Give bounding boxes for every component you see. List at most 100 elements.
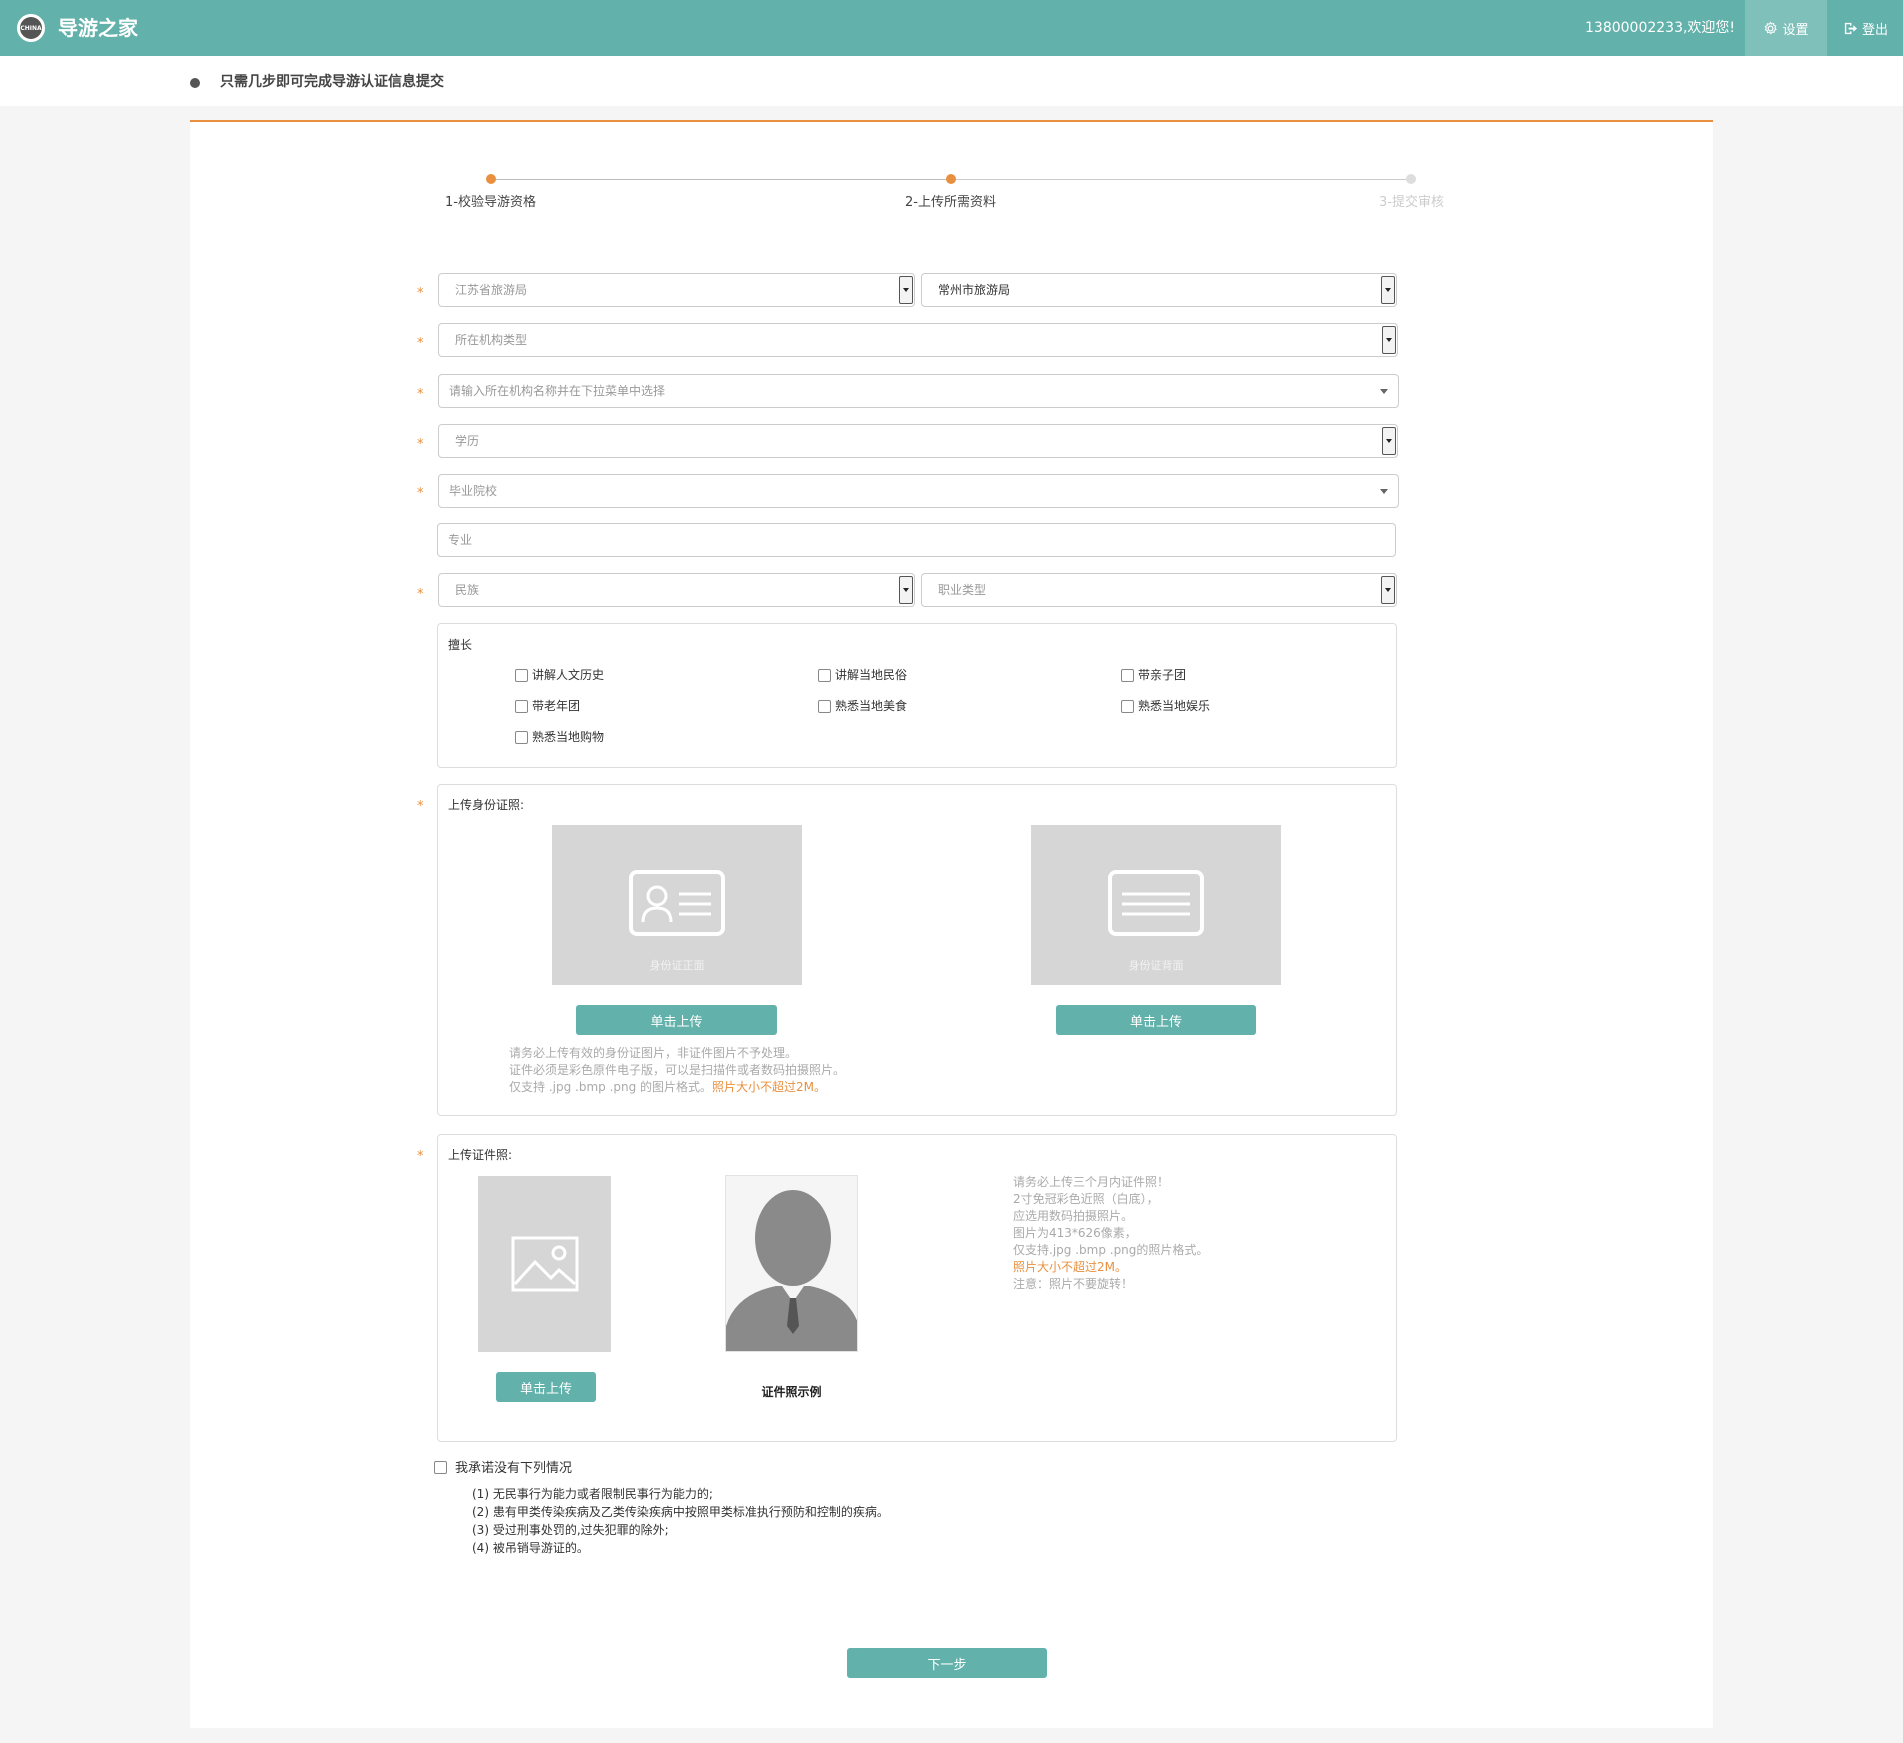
org-name-placeholder: 请输入所在机构名称并在下拉菜单中选择 [449,384,666,398]
checkbox[interactable] [515,668,528,682]
chevron-down-icon [1380,389,1388,394]
pledge-title: 我承诺没有下列情况 [455,1461,573,1476]
required-mark: * [417,799,424,814]
hint-line: 请务必上传有效的身份证图片，非证件图片不予处理。 [509,1046,798,1060]
settings-button[interactable]: 设置 [1745,0,1827,56]
welcome-text: 13800002233,欢迎您! [1585,20,1736,36]
pledge-list: (1) 无民事行为能力或者限制民事行为能力的; (2) 患有甲类传染疾病及乙类传… [472,1485,889,1557]
checkbox[interactable] [1121,668,1134,682]
step-dot-1 [486,174,496,184]
dropdown-arrow-icon [1381,276,1395,304]
job-type-select[interactable]: 职业类型 [921,573,1397,607]
hint-line: 证件必须是彩色原件电子版，可以是扫描件或者数码拍摄照片。 [509,1063,846,1077]
org-type-select[interactable]: 所在机构类型 [438,323,1398,357]
step-dot-2 [946,174,956,184]
checkbox[interactable] [818,668,831,682]
school-combobox[interactable]: 毕业院校 [438,474,1399,508]
checkbox[interactable] [818,699,831,713]
education-select[interactable]: 学历 [438,424,1398,458]
specialty-label: 带亲子团 [1138,668,1187,682]
id-upload-title: 上传身份证照: [448,798,525,812]
hint-line: 注意：照片不要旋转！ [1013,1277,1134,1291]
dropdown-arrow-icon [1381,576,1395,604]
logo-text: CHINA [20,17,42,39]
required-mark: * [417,587,424,602]
specialties-title: 擅长 [448,638,473,652]
school-placeholder: 毕业院校 [449,484,498,498]
settings-label: 设置 [1782,22,1809,38]
id-back-preview[interactable]: 身份证背面 [1031,825,1281,985]
ethnicity-select[interactable]: 民族 [438,573,915,607]
gear-icon [1764,21,1778,34]
hint-line: 应选用数码拍摄照片。 [1013,1209,1134,1223]
specialty-option[interactable]: 讲解人文历史 [515,668,604,682]
specialty-option[interactable]: 带亲子团 [1121,668,1186,682]
hint-line: 2寸免冠彩色近照（白底）， [1013,1192,1159,1206]
city-bureau-select[interactable]: 常州市旅游局 [921,273,1397,307]
id-back-caption: 身份证背面 [1128,959,1184,972]
step-line-2 [950,179,1410,180]
notice-text: 只需几步即可完成导游认证信息提交 [220,74,444,90]
province-bureau-placeholder: 江苏省旅游局 [455,283,528,297]
top-bar: CHINA 导游之家 13800002233,欢迎您! 设置 登出 [0,0,1903,56]
specialty-option[interactable]: 熟悉当地购物 [515,730,604,744]
province-bureau-select[interactable]: 江苏省旅游局 [438,273,915,307]
checkbox[interactable] [515,699,528,713]
id-card-back-icon [1108,870,1204,936]
photo-upload-title: 上传证件照: [448,1148,513,1162]
id-front-preview[interactable]: 身份证正面 [552,825,802,985]
image-placeholder-icon [511,1236,579,1292]
major-input[interactable]: 专业 [437,523,1396,557]
id-card-front-icon [629,870,725,936]
next-step-button[interactable]: 下一步 [847,1648,1047,1678]
chevron-down-icon [1380,489,1388,494]
major-placeholder: 专业 [448,533,473,547]
logout-button[interactable]: 登出 [1828,0,1903,56]
specialty-option[interactable]: 讲解当地民俗 [818,668,907,682]
specialty-label: 熟悉当地娱乐 [1138,699,1211,713]
checkbox[interactable] [1121,699,1134,713]
sample-photo-caption: 证件照示例 [761,1385,822,1399]
step-label-3: 3-提交审核 [1379,195,1444,210]
step-label-1: 1-校验导游资格 [445,195,536,210]
hint-line: 请务必上传三个月内证件照！ [1013,1175,1170,1189]
upload-id-back-button[interactable]: 单击上传 [1056,1005,1256,1035]
checkbox[interactable] [515,730,528,744]
required-mark: * [417,387,424,402]
required-mark: * [417,437,424,452]
specialty-label: 熟悉当地购物 [532,730,605,744]
hint-highlight: 照片大小不超过2M。 [1013,1260,1127,1274]
hint-line: 仅支持.jpg .bmp .png的照片格式。 [1013,1243,1209,1257]
logout-icon [1844,22,1858,34]
dropdown-arrow-icon [1382,326,1396,354]
specialty-option[interactable]: 熟悉当地美食 [818,699,907,713]
specialty-option[interactable]: 熟悉当地娱乐 [1121,699,1210,713]
logout-label: 登出 [1861,22,1888,38]
upload-id-front-button[interactable]: 单击上传 [576,1005,777,1035]
org-type-placeholder: 所在机构类型 [455,333,528,347]
specialty-label: 讲解当地民俗 [835,668,908,682]
hint-line: 仅支持 .jpg .bmp .png 的图片格式。照片大小不超过2M。 [509,1079,845,1096]
pledge-item: (3) 受过刑事处罚的,过失犯罪的除外; [472,1523,669,1537]
specialties-panel [437,623,1397,768]
ethnicity-placeholder: 民族 [455,583,480,597]
specialty-option[interactable]: 带老年团 [515,699,580,713]
step-label-2: 2-上传所需资料 [905,195,996,210]
pledge-checkbox[interactable] [434,1461,447,1474]
sample-photo [725,1175,858,1352]
required-mark: * [417,286,424,301]
id-front-caption: 身份证正面 [649,959,705,972]
pledge-item: (4) 被吊销导游证的。 [472,1541,589,1555]
person-silhouette-icon [726,1190,857,1351]
required-mark: * [417,486,424,501]
step-dot-3 [1406,174,1416,184]
org-name-combobox[interactable]: 请输入所在机构名称并在下拉菜单中选择 [438,374,1399,408]
upload-photo-button[interactable]: 单击上传 [496,1372,596,1402]
photo-upload-hint: 请务必上传三个月内证件照！ 2寸免冠彩色近照（白底）， 应选用数码拍摄照片。 图… [1013,1174,1208,1293]
pledge-item: (2) 患有甲类传染疾病及乙类传染疾病中按照甲类标准执行预防和控制的疾病。 [472,1505,889,1519]
id-upload-hint: 请务必上传有效的身份证图片，非证件图片不予处理。 证件必须是彩色原件电子版，可以… [509,1045,845,1096]
dropdown-arrow-icon [899,276,913,304]
city-bureau-value: 常州市旅游局 [938,283,1011,297]
step-line-1 [490,179,950,180]
photo-preview[interactable] [478,1176,611,1352]
